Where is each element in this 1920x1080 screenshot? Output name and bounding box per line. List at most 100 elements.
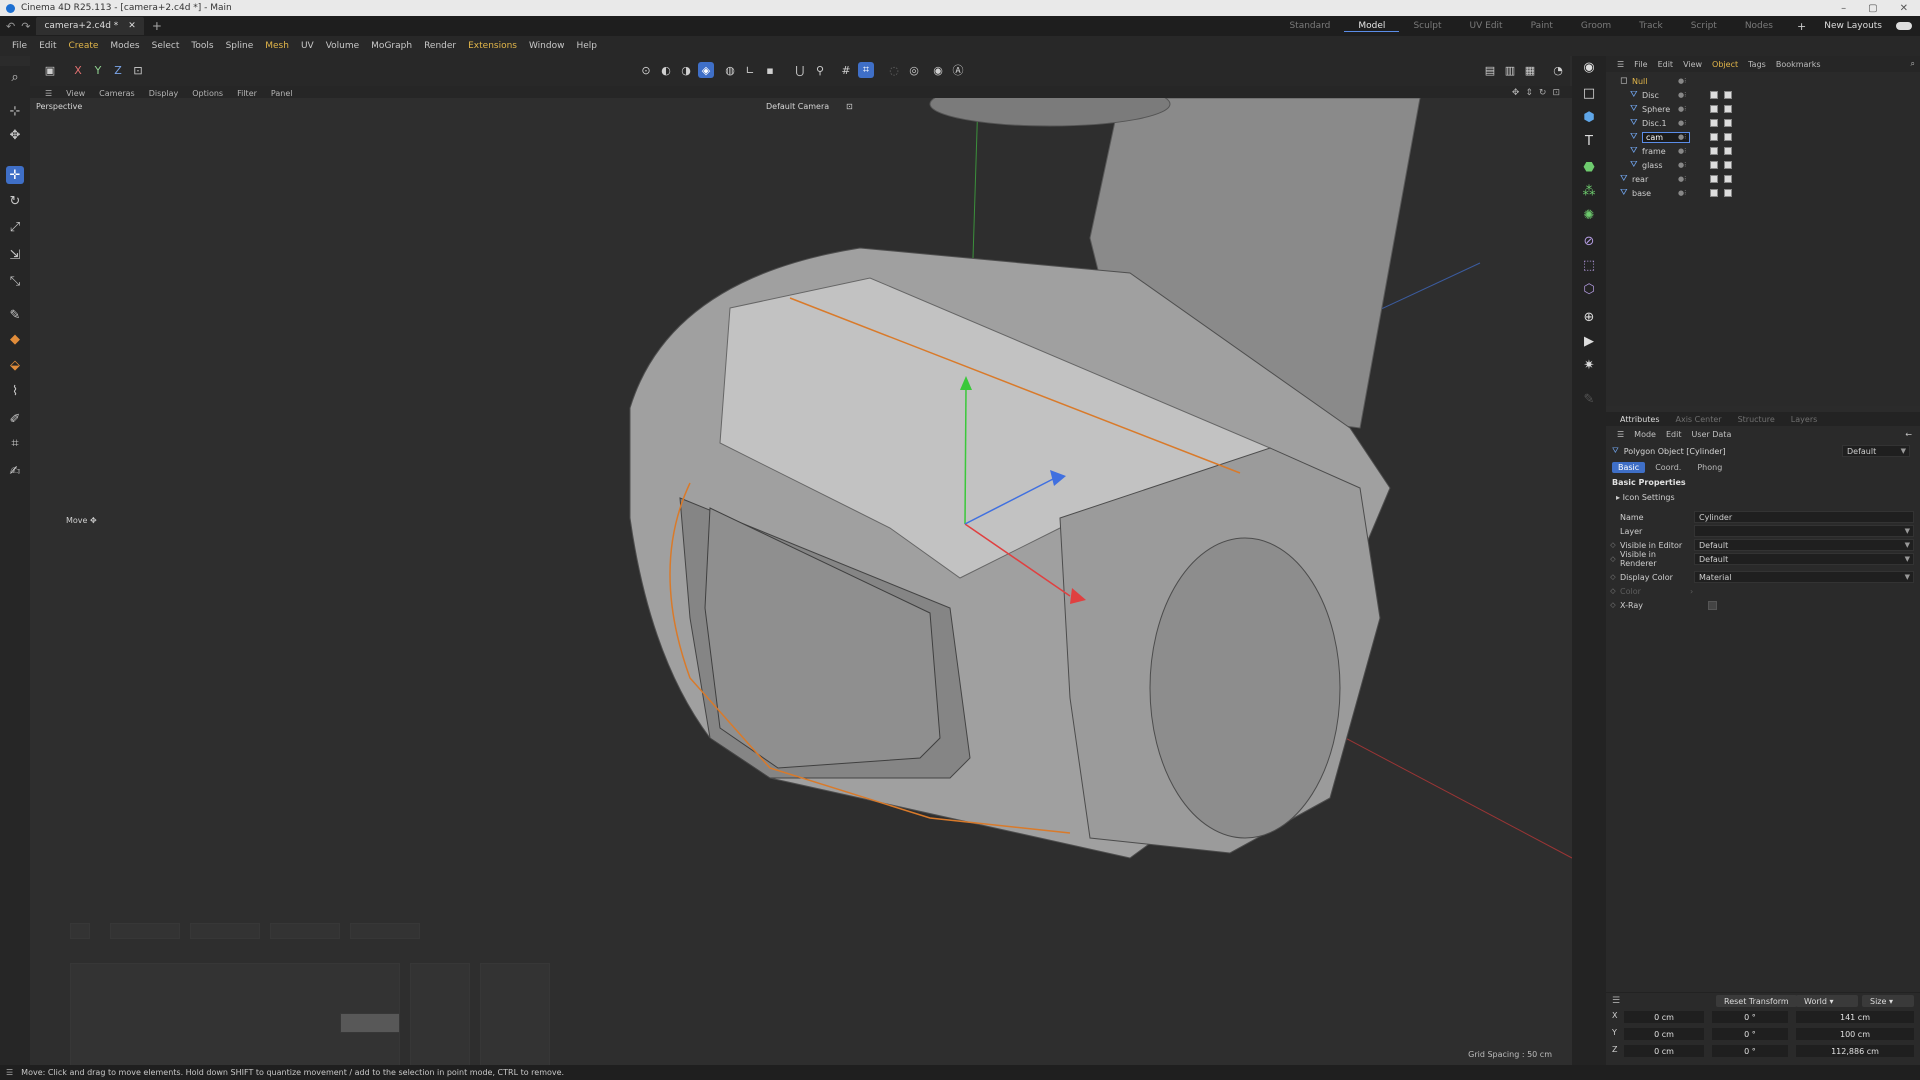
- visibility-dots[interactable]: ●⁝: [1678, 91, 1686, 99]
- layout-toggle[interactable]: [1896, 22, 1912, 30]
- layout-tab-script[interactable]: Script: [1677, 21, 1731, 31]
- texture-mode-icon[interactable]: ◍: [722, 62, 738, 78]
- paint-brush-icon[interactable]: ✐: [6, 410, 24, 428]
- render-view-icon[interactable]: ▤: [1482, 62, 1498, 78]
- menu-spline[interactable]: Spline: [220, 41, 260, 51]
- menu-file[interactable]: File: [6, 41, 33, 51]
- position-x-field[interactable]: 0 cm: [1624, 1011, 1704, 1023]
- position-z-field[interactable]: 0 cm: [1624, 1045, 1704, 1057]
- keyframe-diamond-icon[interactable]: ◇: [1606, 541, 1620, 549]
- om-menu-view[interactable]: View: [1678, 60, 1707, 69]
- maximize-view-icon[interactable]: ⊡: [1552, 88, 1560, 98]
- magnet-snap-icon[interactable]: ⋃: [792, 62, 808, 78]
- close-button[interactable]: ✕: [1900, 3, 1908, 14]
- rotation-y-field[interactable]: 0 °: [1712, 1028, 1788, 1040]
- visibility-dots[interactable]: ●⁝: [1678, 161, 1686, 169]
- phong-tag-icon[interactable]: [1724, 119, 1732, 127]
- size-mode-dropdown[interactable]: Size ▾: [1862, 995, 1914, 1007]
- viewport-menu-panel[interactable]: Panel: [264, 89, 300, 98]
- menu-extensions[interactable]: Extensions: [462, 41, 523, 51]
- visibility-dots[interactable]: ●⁝: [1678, 105, 1686, 113]
- minimize-button[interactable]: –: [1841, 3, 1846, 14]
- live-selection-icon[interactable]: ✥: [6, 126, 24, 144]
- om-row-cam[interactable]: ⛛ cam ●⁝: [1606, 130, 1920, 144]
- visible-in-editor-dropdown[interactable]: Default ▼: [1694, 539, 1914, 551]
- redo-icon[interactable]: ↷: [21, 20, 30, 33]
- subtab-phong[interactable]: Phong: [1691, 462, 1728, 473]
- document-tab[interactable]: camera+2.c4d * ✕: [36, 17, 144, 35]
- x-axis-lock-icon[interactable]: X: [70, 62, 86, 78]
- material-tag-icon[interactable]: [1710, 175, 1718, 183]
- size-y-field[interactable]: 100 cm: [1796, 1028, 1914, 1040]
- scale-tool-icon[interactable]: ⤢: [6, 218, 24, 236]
- light-icon[interactable]: ✷: [1580, 356, 1598, 374]
- layout-tab-nodes[interactable]: Nodes: [1731, 21, 1787, 31]
- polygons-mode-icon[interactable]: ◑: [678, 62, 694, 78]
- material-tag-icon[interactable]: [1710, 133, 1718, 141]
- material-tag-icon[interactable]: [1710, 105, 1718, 113]
- viewport-solo-icon[interactable]: ◉: [1580, 58, 1598, 76]
- om-row-null[interactable]: ◻ Null ●⁝: [1606, 74, 1920, 88]
- phong-tag-icon[interactable]: [1724, 105, 1732, 113]
- om-row-frame[interactable]: ⛛ frame ●⁝: [1606, 144, 1920, 158]
- world-coordinates-icon[interactable]: ⊡: [130, 62, 146, 78]
- annotation-tool-icon[interactable]: ✍: [6, 462, 24, 480]
- knife-tool-icon[interactable]: ⤡: [6, 272, 24, 290]
- viewport-menu-filter[interactable]: Filter: [230, 89, 264, 98]
- attr-menu-edit[interactable]: Edit: [1661, 430, 1687, 439]
- rotation-z-field[interactable]: 0 °: [1712, 1045, 1788, 1057]
- om-row-sphere[interactable]: ⛛ Sphere ●⁝: [1606, 102, 1920, 116]
- phong-tag-icon[interactable]: [1724, 91, 1732, 99]
- workplane-icon[interactable]: ⌗: [858, 62, 874, 78]
- menu-help[interactable]: Help: [570, 41, 603, 51]
- om-menu-tags[interactable]: Tags: [1743, 60, 1771, 69]
- om-row-rear[interactable]: ⛛ rear ●⁝: [1606, 172, 1920, 186]
- cube-primitive-icon[interactable]: ⬢: [1580, 108, 1598, 126]
- viewport-menu-view[interactable]: View: [59, 89, 92, 98]
- menu-modes[interactable]: Modes: [104, 41, 145, 51]
- tab-attributes[interactable]: Attributes: [1612, 415, 1668, 424]
- layout-tab-model[interactable]: Model: [1344, 21, 1400, 32]
- null-object-icon[interactable]: □: [1580, 84, 1598, 102]
- attr-menu-icon[interactable]: ☰: [1612, 430, 1629, 439]
- menu-select[interactable]: Select: [146, 41, 186, 51]
- maximize-button[interactable]: ▢: [1868, 3, 1877, 14]
- camera-object-icon[interactable]: ▶: [1580, 332, 1598, 350]
- tab-axis-center[interactable]: Axis Center: [1668, 415, 1730, 424]
- attr-menu-user-data[interactable]: User Data: [1686, 430, 1736, 439]
- move-tool-icon[interactable]: ✛: [6, 166, 24, 184]
- paint-icon[interactable]: ✎: [1580, 390, 1598, 408]
- material-tag-icon[interactable]: [1710, 147, 1718, 155]
- rotation-x-field[interactable]: 0 °: [1712, 1011, 1788, 1023]
- bevel-icon[interactable]: ⬙: [6, 356, 24, 374]
- om-menu-bookmarks[interactable]: Bookmarks: [1771, 60, 1826, 69]
- environment-icon[interactable]: ⊕: [1580, 308, 1598, 326]
- symmetry-icon[interactable]: ◎: [906, 62, 922, 78]
- spline-pen-icon[interactable]: ✎: [6, 306, 24, 324]
- selection-tool-icon[interactable]: ⊹: [6, 102, 24, 120]
- animation-icon[interactable]: Ⓐ: [950, 62, 966, 78]
- viewport-menu-options[interactable]: Options: [185, 89, 230, 98]
- interactive-render-icon[interactable]: ◔: [1550, 62, 1566, 78]
- status-menu-icon[interactable]: ☰: [6, 1068, 13, 1077]
- phong-tag-icon[interactable]: [1724, 175, 1732, 183]
- model-mode-icon[interactable]: ◈: [698, 62, 714, 78]
- menu-mograph[interactable]: MoGraph: [365, 41, 418, 51]
- axis-mode-icon[interactable]: ∟: [742, 62, 758, 78]
- menu-tools[interactable]: Tools: [185, 41, 219, 51]
- visibility-dots[interactable]: ●⁝: [1678, 189, 1686, 197]
- render-region-icon[interactable]: ◉: [930, 62, 946, 78]
- size-x-field[interactable]: 141 cm: [1796, 1011, 1914, 1023]
- field-icon[interactable]: ⬚: [1580, 256, 1598, 274]
- menu-uv[interactable]: UV: [295, 41, 320, 51]
- keyframe-diamond-icon[interactable]: ◇: [1606, 601, 1620, 609]
- coordinate-system-icon[interactable]: ▣: [42, 62, 58, 78]
- layout-tab-paint[interactable]: Paint: [1517, 21, 1567, 31]
- reset-transform-button[interactable]: Reset Transform: [1716, 995, 1797, 1007]
- keyframe-diamond-icon[interactable]: ◇: [1606, 555, 1620, 563]
- viewport[interactable]: Perspective Default Camera ⊡ Move ✥ Grid…: [30, 98, 1572, 1065]
- zoom-view-icon[interactable]: ⇕: [1525, 88, 1533, 98]
- size-z-field[interactable]: 112,886 cm: [1796, 1045, 1914, 1057]
- visibility-dots[interactable]: ●⁝: [1678, 147, 1686, 155]
- z-axis-lock-icon[interactable]: Z: [110, 62, 126, 78]
